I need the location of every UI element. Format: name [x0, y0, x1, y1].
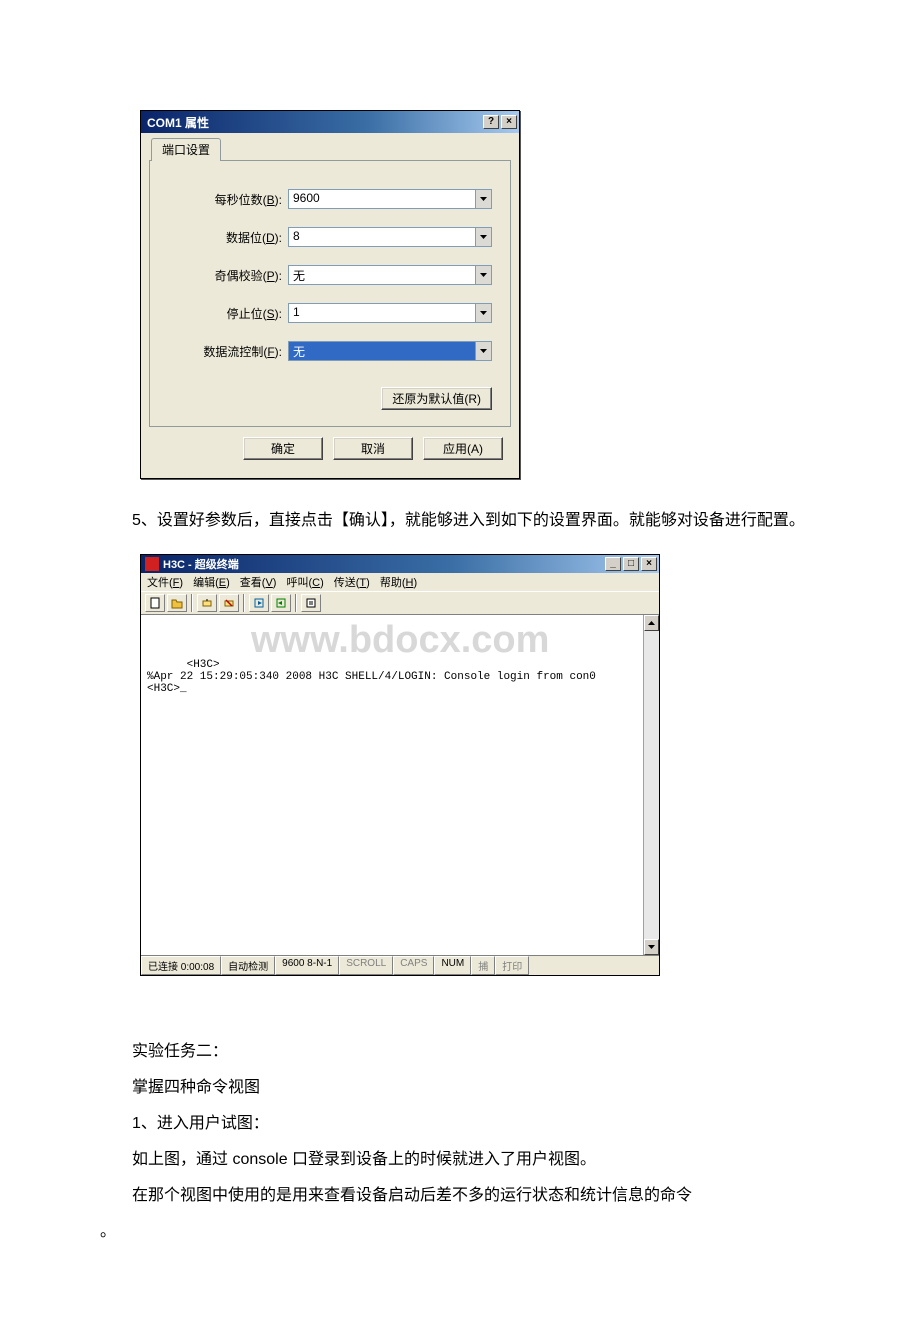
status-auto: 自动检测 — [221, 956, 275, 975]
parity-label: 奇偶校验(P): — [168, 267, 288, 284]
scroll-up-icon[interactable] — [644, 615, 659, 631]
chevron-down-icon[interactable] — [475, 189, 492, 209]
status-connection: 已连接 0:00:08 — [141, 956, 221, 975]
parity-select[interactable]: 无 — [288, 265, 492, 285]
ok-button[interactable]: 确定 — [243, 437, 323, 460]
task-line: 掌握四种命令视图 — [100, 1072, 820, 1104]
new-icon[interactable] — [145, 594, 165, 612]
task-title: 实验任务二： — [100, 1036, 820, 1068]
restore-defaults-button[interactable]: 还原为默认值(R) — [381, 387, 492, 410]
databits-select[interactable]: 8 — [288, 227, 492, 247]
properties-icon[interactable] — [301, 594, 321, 612]
send-icon[interactable] — [249, 594, 269, 612]
terminal-title: H3C - 超级终端 — [163, 556, 239, 572]
baud-label: 每秒位数(B): — [168, 191, 288, 208]
menu-edit[interactable]: 编辑(E) — [193, 574, 230, 590]
chevron-down-icon[interactable] — [475, 341, 492, 361]
trailing-punct: 。 — [100, 1216, 820, 1248]
menu-transfer[interactable]: 传送(T) — [334, 574, 370, 590]
terminal-titlebar[interactable]: H3C - 超级终端 _ □ × — [141, 555, 659, 573]
close-icon[interactable]: × — [641, 557, 657, 571]
status-mode: 9600 8-N-1 — [275, 956, 339, 975]
status-caps: CAPS — [393, 956, 434, 975]
toolbar — [141, 591, 659, 615]
status-capture: 捕 — [471, 956, 495, 975]
stopbits-select[interactable]: 1 — [288, 303, 492, 323]
step1-title: 1、进入用户试图： — [100, 1108, 820, 1140]
apply-button[interactable]: 应用(A) — [423, 437, 503, 460]
connect-icon[interactable] — [197, 594, 217, 612]
status-bar: 已连接 0:00:08 自动检测 9600 8-N-1 SCROLL CAPS … — [141, 955, 659, 975]
status-num: NUM — [434, 956, 471, 975]
menu-file[interactable]: 文件(F) — [147, 574, 183, 590]
tab-port-settings[interactable]: 端口设置 — [151, 138, 221, 161]
console-text: <H3C> %Apr 22 15:29:05:340 2008 H3C SHEL… — [147, 659, 596, 695]
flowcontrol-label: 数据流控制(F): — [168, 343, 288, 360]
terminal-output[interactable]: www.bdocx.com <H3C> %Apr 22 15:29:05:340… — [141, 615, 643, 955]
menubar: 文件(F) 编辑(E) 查看(V) 呼叫(C) 传送(T) 帮助(H) — [141, 573, 659, 591]
dialog-titlebar[interactable]: COM1 属性 ? × — [141, 111, 519, 133]
receive-icon[interactable] — [271, 594, 291, 612]
chevron-down-icon[interactable] — [475, 265, 492, 285]
app-icon — [145, 557, 159, 571]
menu-view[interactable]: 查看(V) — [240, 574, 277, 590]
step1-line: 如上图，通过 console 口登录到设备上的时候就进入了用户视图。 — [100, 1144, 820, 1176]
maximize-icon[interactable]: □ — [623, 557, 639, 571]
dialog-title: COM1 属性 — [147, 114, 209, 131]
flowcontrol-select[interactable]: 无 — [288, 341, 492, 361]
status-print: 打印 — [495, 956, 529, 975]
minimize-icon[interactable]: _ — [605, 557, 621, 571]
chevron-down-icon[interactable] — [475, 227, 492, 247]
step1-desc: 在那个视图中使用的是用来查看设备启动后差不多的运行状态和统计信息的命令 — [100, 1180, 820, 1212]
watermark-text: www.bdocx.com — [251, 619, 643, 662]
stopbits-label: 停止位(S): — [168, 305, 288, 322]
open-icon[interactable] — [167, 594, 187, 612]
databits-label: 数据位(D): — [168, 229, 288, 246]
menu-call[interactable]: 呼叫(C) — [286, 574, 323, 590]
cancel-button[interactable]: 取消 — [333, 437, 413, 460]
com1-properties-dialog: COM1 属性 ? × 端口设置 每秒位数(B): 9600 数据位(D): 8 — [140, 110, 520, 479]
chevron-down-icon[interactable] — [475, 303, 492, 323]
menu-help[interactable]: 帮助(H) — [380, 574, 417, 590]
baud-select[interactable]: 9600 — [288, 189, 492, 209]
status-scroll: SCROLL — [339, 956, 393, 975]
scroll-down-icon[interactable] — [644, 939, 659, 955]
close-icon[interactable]: × — [501, 115, 517, 129]
hyperterminal-window: H3C - 超级终端 _ □ × 文件(F) 编辑(E) 查看(V) 呼叫(C)… — [140, 554, 660, 976]
help-icon[interactable]: ? — [483, 115, 499, 129]
paragraph-step-5: 5、设置好参数后，直接点击【确认】，就能够进入到如下的设置界面。就能够对设备进行… — [100, 507, 820, 536]
disconnect-icon[interactable] — [219, 594, 239, 612]
vertical-scrollbar[interactable] — [643, 615, 659, 955]
